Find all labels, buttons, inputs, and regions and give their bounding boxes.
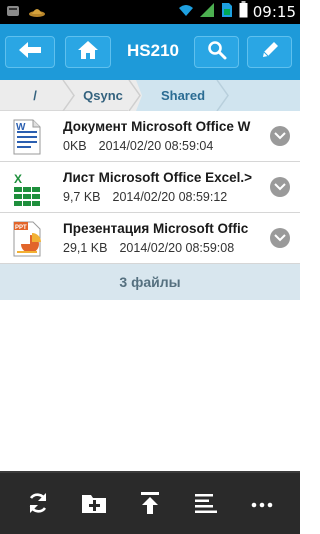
status-bar: 09:15 [0, 0, 300, 24]
chevron-down-icon[interactable] [270, 177, 290, 197]
upload-icon [139, 491, 161, 520]
wifi-icon [178, 3, 194, 22]
breadcrumb-separator [216, 80, 229, 111]
breadcrumb-item-root[interactable]: / [0, 80, 70, 111]
back-icon [17, 40, 43, 65]
new-folder-button[interactable] [78, 489, 110, 521]
sim-icon [220, 2, 234, 23]
home-button[interactable] [65, 36, 111, 68]
file-name: Презентация Microsoft Offic [63, 221, 249, 236]
list-item-file[interactable]: PPT Презентация Microsoft Offic 29,1 KB 2… [0, 213, 300, 264]
file-name: Документ Microsoft Office W [63, 119, 251, 134]
powerpoint-presentation-icon: PPT [12, 221, 42, 257]
file-size: 0KB [63, 139, 87, 153]
clock: 09:15 [252, 3, 296, 21]
signal-icon [199, 2, 215, 23]
search-button[interactable] [194, 36, 239, 68]
back-button[interactable] [5, 36, 55, 68]
bottom-toolbar [0, 471, 300, 534]
list-item-file[interactable]: W Документ Microsoft Office W 0KB 2014/02… [0, 111, 300, 162]
search-icon [207, 40, 227, 65]
edit-icon [260, 40, 280, 65]
refresh-icon [26, 491, 50, 520]
chevron-down-icon[interactable] [270, 228, 290, 248]
refresh-button[interactable] [22, 489, 54, 521]
file-count: 3 файлы [0, 264, 300, 300]
file-size: 29,1 KB [63, 241, 108, 255]
more-icon [250, 496, 274, 514]
svg-text:X: X [14, 172, 22, 186]
chevron-down-icon[interactable] [270, 126, 290, 146]
file-date: 2014/02/20 08:59:12 [112, 190, 228, 204]
breadcrumb: / Qsync Shared [0, 80, 300, 111]
list-item-file[interactable]: X Лист Microsoft Office Excel.> 9,7 KB 20… [0, 162, 300, 213]
file-meta: 0KB 2014/02/20 08:59:04 [63, 139, 213, 153]
page-title: HS210 [127, 41, 179, 60]
file-date: 2014/02/20 08:59:08 [119, 241, 235, 255]
file-date: 2014/02/20 08:59:04 [98, 139, 214, 153]
svg-text:W: W [16, 122, 26, 133]
file-name: Лист Microsoft Office Excel.> [63, 170, 253, 185]
svg-text:PPT: PPT [15, 225, 27, 231]
file-size: 9,7 KB [63, 190, 101, 204]
new-folder-icon [81, 492, 107, 519]
file-meta: 29,1 KB 2014/02/20 08:59:08 [63, 241, 234, 255]
sort-button[interactable] [190, 489, 222, 521]
action-bar: HS210 [0, 24, 300, 80]
file-meta: 9,7 KB 2014/02/20 08:59:12 [63, 190, 227, 204]
notification-icon [6, 4, 20, 23]
upload-button[interactable] [134, 489, 166, 521]
breadcrumb-separator [128, 80, 142, 111]
hat-icon [28, 4, 46, 23]
word-document-icon: W [12, 119, 42, 155]
more-button[interactable] [246, 489, 278, 521]
edit-button[interactable] [247, 36, 292, 68]
excel-spreadsheet-icon: X [12, 170, 42, 206]
sort-icon [194, 492, 218, 519]
battery-icon [239, 1, 248, 23]
breadcrumb-item-qsync[interactable]: Qsync [70, 80, 136, 111]
home-icon [77, 40, 99, 65]
